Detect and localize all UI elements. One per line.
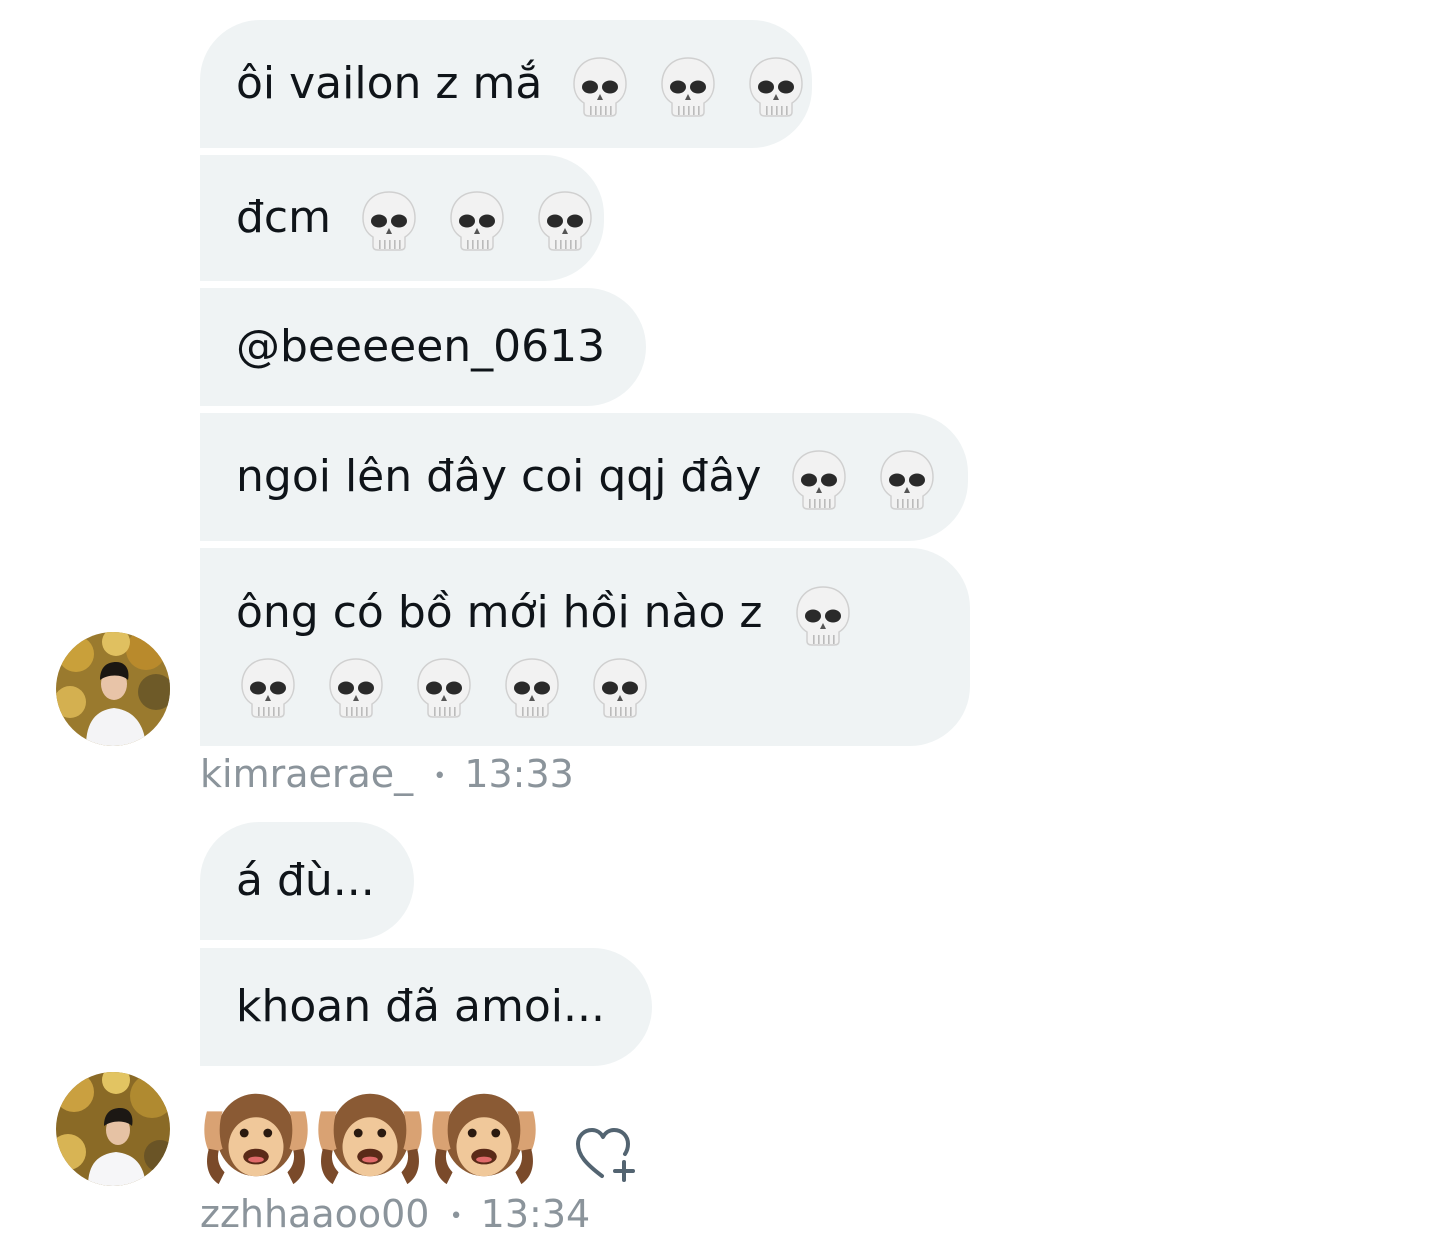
skull-emoji — [324, 655, 388, 719]
skull-emoji — [533, 188, 597, 252]
skull-emoji-group — [568, 58, 808, 109]
skull-emoji — [787, 447, 851, 511]
message-bubble[interactable]: ngoi lên đây coi qqj đây — [200, 413, 968, 541]
skull-emoji — [445, 188, 509, 252]
message-meta: kimraerae_ • 13:33 — [200, 752, 574, 799]
hear-no-evil-monkey-emoji — [314, 1078, 426, 1188]
skull-emoji — [412, 655, 476, 719]
meta-separator: • — [433, 763, 447, 789]
message-text: khoan đã amoi... — [236, 981, 605, 1032]
skull-emoji-group — [357, 192, 597, 243]
skull-emoji-group — [787, 451, 939, 502]
message-meta: zzhhaaoo00 • 13:34 — [200, 1192, 590, 1239]
timestamp: 13:34 — [480, 1192, 591, 1236]
hear-no-evil-monkey-emoji — [428, 1078, 540, 1188]
avatar-photo — [56, 1072, 170, 1186]
skull-emoji — [236, 655, 300, 719]
skull-emoji — [791, 583, 855, 647]
skull-emoji — [357, 188, 421, 252]
add-reaction-button[interactable] — [572, 1124, 642, 1184]
message-bubble[interactable]: ôi vailon z mắ — [200, 20, 812, 148]
skull-emoji-group — [236, 650, 934, 720]
message-text: ông có bồ mới hồi nào z — [236, 587, 763, 638]
meta-separator: • — [449, 1203, 463, 1229]
skull-emoji — [568, 54, 632, 118]
skull-emoji — [500, 655, 564, 719]
message-bubble[interactable]: khoan đã amoi... — [200, 948, 652, 1066]
avatar[interactable] — [56, 632, 170, 746]
monkey-emoji-group[interactable] — [200, 1078, 540, 1188]
timestamp: 13:33 — [464, 752, 574, 796]
avatar[interactable] — [56, 1072, 170, 1186]
skull-emoji — [656, 54, 720, 118]
skull-emoji — [588, 655, 652, 719]
message-text: đcm — [236, 192, 331, 243]
username[interactable]: kimraerae_ — [200, 752, 413, 796]
avatar-photo — [56, 632, 170, 746]
message-bubble[interactable]: @beeeeen_0613 — [200, 288, 646, 406]
skull-emoji — [744, 54, 808, 118]
mention-text[interactable]: @beeeeen_0613 — [236, 321, 605, 372]
username[interactable]: zzhhaaoo00 — [200, 1192, 429, 1236]
message-text: á đù... — [236, 855, 375, 906]
heart-plus-icon — [576, 1128, 635, 1182]
message-line: ông có bồ mới hồi nào z — [236, 578, 934, 648]
skull-emoji — [875, 447, 939, 511]
message-bubble[interactable]: ông có bồ mới hồi nào z — [200, 548, 970, 746]
message-bubble[interactable]: đcm — [200, 155, 604, 281]
hear-no-evil-monkey-emoji — [200, 1078, 312, 1188]
message-bubble[interactable]: á đù... — [200, 822, 414, 940]
message-text: ôi vailon z mắ — [236, 58, 543, 109]
message-text: ngoi lên đây coi qqj đây — [236, 451, 762, 502]
